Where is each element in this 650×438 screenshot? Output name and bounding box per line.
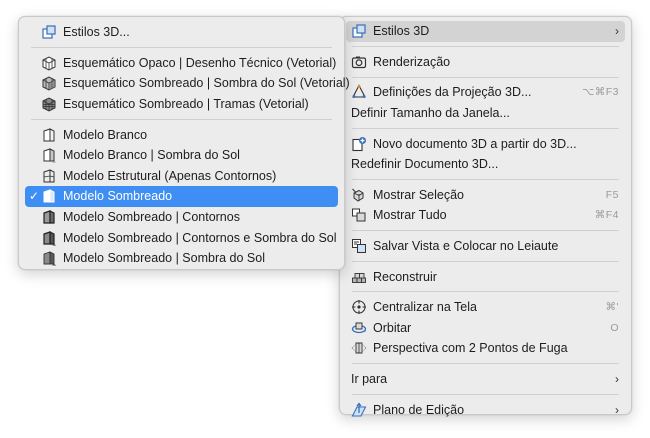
submenu-item-modelo-branco-sol[interactable]: Modelo Branco | Sombra do Sol (25, 145, 338, 166)
submenu-item-estilos-3d-dialog[interactable]: Estilos 3D... (25, 22, 338, 43)
submenu-item-esquematico-opaco[interactable]: Esquemático Opaco | Desenho Técnico (Vet… (25, 53, 338, 74)
submenu-item-esquematico-sombreado-sol[interactable]: Esquemático Sombreado | Sombra do Sol (V… (25, 73, 350, 94)
separator (352, 260, 619, 262)
submenu-item-modelo-sombreado-contornos-sol[interactable]: Modelo Sombreado | Contornos e Sombra do… (25, 227, 338, 248)
menu-item-orbitar[interactable]: Orbitar O (346, 318, 625, 339)
separator (352, 393, 619, 395)
camera-icon (351, 54, 367, 70)
projection-icon (351, 84, 367, 100)
shaded-contours-icon (41, 209, 57, 225)
show-all-icon (351, 207, 367, 223)
menu-item-reconstruir[interactable]: Reconstruir (346, 266, 625, 287)
estilos-3d-submenu: Estilos 3D... Esquemático Opaco | Desenh… (18, 16, 350, 270)
checkmark-icon: ✓ (29, 189, 40, 204)
menu-item-novo-documento-3d[interactable]: Novo documento 3D a partir do 3D... (346, 133, 625, 154)
submenu-arrow-icon: › (615, 372, 619, 387)
separator (31, 47, 332, 49)
orbit-icon (351, 320, 367, 336)
separator (352, 76, 619, 78)
menu-item-perspectiva-2-pontos[interactable]: Perspectiva com 2 Pontos de Fuga (346, 338, 625, 359)
submenu-item-modelo-sombreado-contornos[interactable]: Modelo Sombreado | Contornos (25, 207, 338, 228)
shortcut-label: ⌘' (605, 301, 619, 314)
shortcut-label: ⌥⌘F3 (582, 86, 619, 99)
menu-item-renderizacao[interactable]: Renderização (346, 52, 625, 73)
menu-item-estilos-3d[interactable]: Estilos 3D › (346, 21, 625, 42)
menu-item-definir-tamanho[interactable]: Definir Tamanho da Janela... (346, 103, 625, 124)
submenu-item-modelo-branco[interactable]: Modelo Branco (25, 124, 338, 145)
main-context-menu: Estilos 3D › Renderização Definições da … (339, 16, 632, 417)
shortcut-label: O (610, 321, 619, 334)
separator (352, 363, 619, 365)
menu-item-plano-de-edicao[interactable]: Plano de Edição › (346, 399, 625, 420)
submenu-arrow-icon: › (615, 402, 619, 417)
menu-item-centralizar[interactable]: Centralizar na Tela ⌘' (346, 297, 625, 318)
save-view-icon (351, 238, 367, 254)
structural-model-icon (41, 168, 57, 184)
editing-plane-icon (351, 402, 367, 418)
submenu-arrow-icon: › (615, 24, 619, 39)
rebuild-icon (351, 269, 367, 285)
separator (31, 118, 332, 120)
menu-item-ir-para[interactable]: Ir para › (346, 369, 625, 390)
menu-item-mostrar-selecao[interactable]: Mostrar Seleção F5 (346, 185, 625, 206)
shaded-contours-sun-icon (41, 230, 57, 246)
white-model-sun-icon (41, 147, 57, 163)
shortcut-label: ⌘F4 (594, 209, 619, 222)
menu-item-redefinir-documento[interactable]: Redefinir Documento 3D... (346, 154, 625, 175)
submenu-item-modelo-sombreado-sol[interactable]: Modelo Sombreado | Sombra do Sol (25, 248, 338, 269)
new-document-icon (351, 136, 367, 152)
shortcut-label: F5 (605, 188, 619, 201)
center-icon (351, 299, 367, 315)
separator (352, 127, 619, 129)
separator (352, 230, 619, 232)
menu-item-salvar-vista[interactable]: Salvar Vista e Colocar no Leiaute (346, 236, 625, 257)
two-point-perspective-icon (351, 340, 367, 356)
menu-item-mostrar-tudo[interactable]: Mostrar Tudo ⌘F4 (346, 205, 625, 226)
submenu-item-modelo-sombreado[interactable]: ✓ Modelo Sombreado (25, 186, 338, 207)
separator (352, 291, 619, 293)
separator (352, 179, 619, 181)
white-model-icon (41, 127, 57, 143)
shaded-sun-icon (41, 250, 57, 266)
submenu-item-esquematico-sombreado-tramas[interactable]: Esquemático Sombreado | Tramas (Vetorial… (25, 94, 338, 115)
estilos-3d-icon (351, 23, 367, 39)
schematic-opaque-icon (41, 55, 57, 71)
submenu-item-modelo-estrutural[interactable]: Modelo Estrutural (Apenas Contornos) (25, 166, 338, 187)
show-selection-icon (351, 187, 367, 203)
schematic-shaded-hatch-icon (41, 96, 57, 112)
schematic-shaded-sun-icon (41, 75, 57, 92)
estilos-3d-icon (41, 24, 57, 40)
menu-item-definicoes-projecao[interactable]: Definições da Projeção 3D... ⌥⌘F3 (346, 82, 625, 103)
shaded-model-icon (41, 188, 57, 204)
separator (352, 46, 619, 48)
